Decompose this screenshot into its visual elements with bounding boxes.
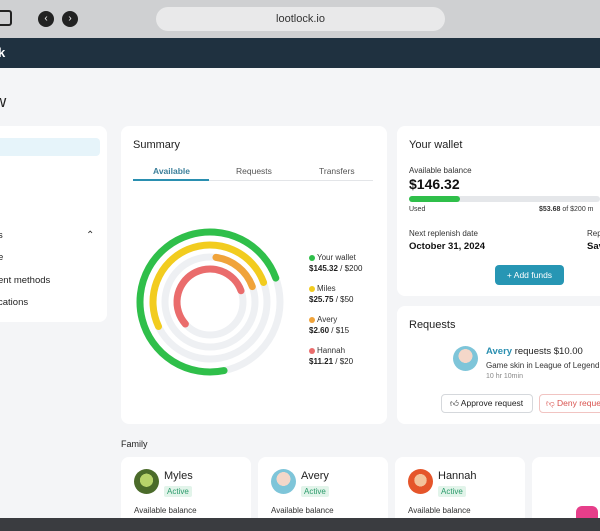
sidebar: s ⌃ e ent methods cations bbox=[0, 126, 107, 322]
replenish-date: October 31, 2024 bbox=[409, 241, 486, 252]
summary-title: Summary bbox=[133, 139, 181, 151]
member-name-avery: Avery bbox=[301, 470, 329, 482]
hannah-avatar bbox=[408, 469, 433, 494]
legend-dot-wallet bbox=[309, 255, 315, 261]
sidebar-item-settings[interactable]: s bbox=[0, 230, 3, 241]
legend-name-wallet: Your wallet bbox=[317, 253, 356, 262]
status-badge-myles: Active bbox=[164, 486, 192, 497]
member-balance-label-avery: Available balance bbox=[271, 506, 334, 515]
address-bar[interactable]: lootlock.io bbox=[156, 7, 445, 31]
brand-logo[interactable]: k bbox=[0, 45, 5, 60]
used-amount: $53.68 of $200 m bbox=[539, 206, 594, 213]
tab-transfers[interactable]: Transfers bbox=[319, 166, 355, 176]
member-name-hannah: Hannah bbox=[438, 470, 477, 482]
family-title: Family bbox=[121, 439, 148, 449]
legend-amount-avery: $2.60 / $15 bbox=[309, 326, 350, 335]
add-funds-button[interactable]: + Add funds bbox=[495, 265, 564, 285]
sidebar-item-payment-methods[interactable]: ent methods bbox=[0, 275, 50, 286]
request-summary: Avery requests $10.00 bbox=[486, 346, 583, 357]
request-item: Game skin in League of Legend bbox=[486, 361, 600, 370]
chevron-up-icon[interactable]: ⌃ bbox=[86, 230, 94, 241]
replenish-type-value: Saving bbox=[587, 241, 600, 252]
deny-request-button[interactable]: 👎︎ Deny reque bbox=[539, 394, 600, 413]
legend-amount-hannah: $11.21 / $20 bbox=[309, 357, 354, 366]
browser-chrome: ‹ › lootlock.io bbox=[0, 0, 600, 38]
legend-name-hannah: Hannah bbox=[317, 346, 346, 355]
tab-available[interactable]: Available bbox=[153, 166, 190, 176]
legend-name-miles: Miles bbox=[317, 284, 336, 293]
tab-requests[interactable]: Requests bbox=[236, 166, 272, 176]
radial-arc-hannah bbox=[173, 265, 245, 328]
legend-dot-miles bbox=[309, 286, 315, 292]
legend-name-avery: Avery bbox=[317, 315, 338, 324]
sidebar-item-profile[interactable]: e bbox=[0, 252, 3, 263]
replenish-type-label: Rep bbox=[587, 229, 600, 238]
summary-radial-chart bbox=[136, 228, 284, 376]
request-time: 10 hr 10min bbox=[486, 373, 523, 380]
wallet-usage-bar bbox=[409, 196, 600, 202]
device-bezel bbox=[0, 518, 600, 531]
wallet-balance: $146.32 bbox=[409, 176, 460, 192]
legend-amount-miles: $25.75 / $50 bbox=[309, 295, 354, 304]
available-balance-label: Available balance bbox=[409, 166, 472, 175]
legend-amount-wallet: $145.32 / $200 bbox=[309, 264, 363, 273]
avery-avatar bbox=[453, 346, 478, 371]
back-button[interactable]: ‹ bbox=[38, 11, 54, 27]
member-balance-label-myles: Available balance bbox=[134, 506, 197, 515]
legend-dot-avery bbox=[309, 317, 315, 323]
legend-dot-hannah bbox=[309, 348, 315, 354]
app-header: k bbox=[0, 38, 600, 68]
avery-avatar-family bbox=[271, 469, 296, 494]
thumbs-down-icon: 👎︎ bbox=[546, 398, 555, 408]
replenish-label: Next replenish date bbox=[409, 229, 478, 238]
tab-active-indicator bbox=[133, 179, 209, 181]
member-name-myles: Myles bbox=[164, 470, 193, 482]
status-badge-hannah: Active bbox=[438, 486, 466, 497]
sidebar-item-notifications[interactable]: cations bbox=[0, 297, 28, 308]
approve-request-button[interactable]: 👍︎ Approve request bbox=[441, 394, 533, 413]
sidebar-item-active[interactable] bbox=[0, 138, 100, 156]
wallet-usage-fill bbox=[409, 196, 461, 202]
myles-avatar bbox=[134, 469, 159, 494]
used-label: Used bbox=[409, 206, 426, 213]
decorative-shape bbox=[576, 506, 598, 518]
requests-title: Requests bbox=[409, 319, 456, 331]
forward-button[interactable]: › bbox=[62, 11, 78, 27]
member-balance-label-hannah: Available balance bbox=[408, 506, 471, 515]
sidebar-toggle-icon[interactable] bbox=[0, 10, 12, 26]
wallet-title: Your wallet bbox=[409, 139, 463, 151]
page-title: w bbox=[0, 92, 7, 111]
thumbs-up-icon: 👍︎ bbox=[450, 398, 459, 408]
status-badge-avery: Active bbox=[301, 486, 329, 497]
